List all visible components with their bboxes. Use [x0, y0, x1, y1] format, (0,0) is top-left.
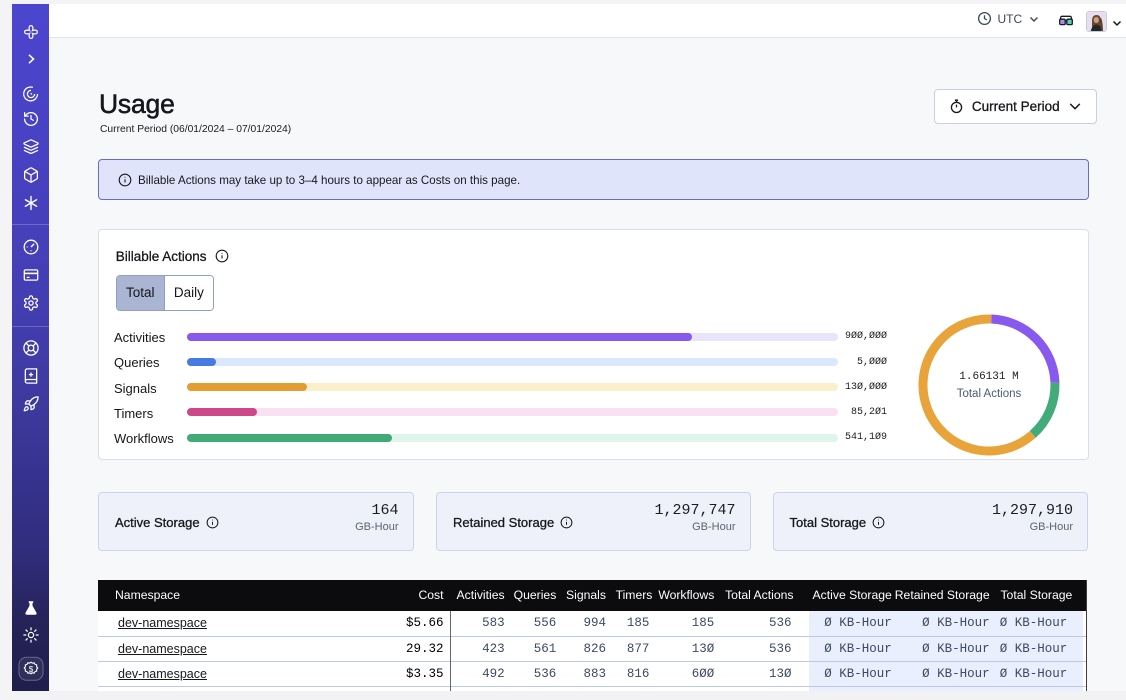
svg-text:$: $: [28, 664, 33, 673]
